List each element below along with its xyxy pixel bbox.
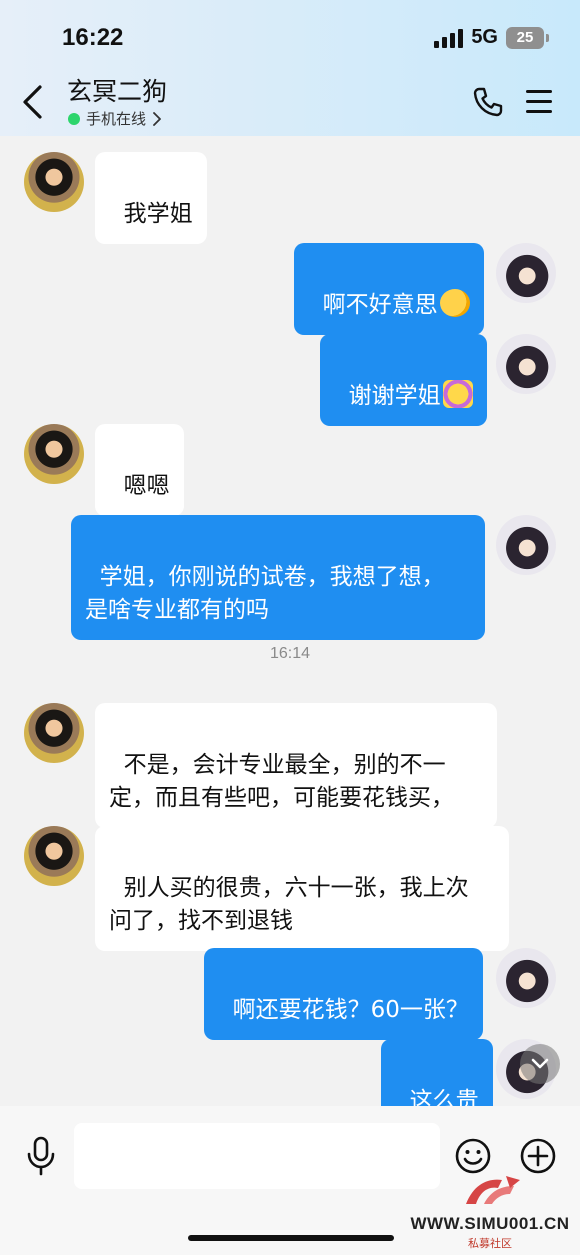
watermark-logo-icon <box>466 1176 520 1204</box>
home-indicator <box>188 1235 394 1241</box>
self-avatar[interactable] <box>496 334 556 394</box>
message-input[interactable] <box>74 1123 440 1189</box>
message-text: 不是，会计专业最全，别的不一 定，而且有些吧，可能要花钱买， <box>109 752 454 811</box>
contact-name[interactable]: 玄冥二狗 <box>67 72 167 108</box>
phone-icon[interactable] <box>472 86 504 118</box>
message-timestamp: 16:14 <box>269 645 311 662</box>
presence-text: 手机在线 <box>86 110 147 128</box>
message-bubble-incoming[interactable]: 别人买的很贵，六十一张，我上次 问了，找不到退钱 <box>95 826 509 951</box>
status-time: 16:22 <box>62 24 124 51</box>
scroll-to-bottom-button[interactable] <box>520 1044 560 1084</box>
laugh-emoji-icon <box>439 289 470 317</box>
contact-avatar[interactable] <box>24 152 84 212</box>
message-bubble-incoming[interactable]: 嗯嗯 <box>95 424 184 516</box>
message-text: 学姐，你刚说的试卷，我想了想， 是啥专业都有的吗 <box>85 564 445 623</box>
thanks-emoji-icon <box>442 380 473 408</box>
self-avatar[interactable] <box>496 243 556 303</box>
chevron-down-icon <box>531 1058 549 1069</box>
contact-avatar[interactable] <box>24 703 84 763</box>
message-bubble-outgoing[interactable]: 啊不好意思 <box>294 243 484 335</box>
message-text: 我学姐 <box>123 201 193 227</box>
message-bubble-incoming[interactable]: 我学姐 <box>95 152 207 244</box>
message-bubble-incoming[interactable]: 不是，会计专业最全，别的不一 定，而且有些吧，可能要花钱买， <box>95 703 497 828</box>
self-avatar[interactable] <box>496 948 556 1008</box>
message-text: 嗯嗯 <box>123 473 170 499</box>
battery-icon: 25 <box>506 26 549 49</box>
back-icon[interactable] <box>20 84 46 120</box>
watermark-subtitle: 私募社区 <box>468 1237 512 1250</box>
online-dot-icon <box>68 112 80 125</box>
watermark-site: WWW.SIMU001.CN <box>410 1214 570 1233</box>
message-bubble-outgoing[interactable]: 啊还要花钱？60一张？ <box>204 948 483 1040</box>
plus-icon[interactable] <box>519 1137 557 1175</box>
message-text: 啊不好意思 <box>322 292 438 318</box>
status-indicators: 5G 25 <box>434 26 549 49</box>
message-text: 啊还要花钱？60一张？ <box>232 997 469 1023</box>
emoji-icon[interactable] <box>454 1137 492 1175</box>
contact-avatar[interactable] <box>24 424 84 484</box>
chevron-right-icon <box>153 111 161 126</box>
menu-icon[interactable] <box>526 90 552 114</box>
contact-avatar[interactable] <box>24 826 84 886</box>
microphone-icon[interactable] <box>24 1136 58 1176</box>
self-avatar[interactable] <box>496 515 556 575</box>
message-bubble-outgoing[interactable]: 谢谢学姐 <box>320 334 487 426</box>
message-bubble-outgoing[interactable]: 学姐，你刚说的试卷，我想了想， 是啥专业都有的吗 <box>71 515 485 640</box>
message-text: 谢谢学姐 <box>348 383 441 409</box>
network-label: 5G <box>471 26 498 48</box>
message-text: 别人买的很贵，六十一张，我上次 问了，找不到退钱 <box>109 875 469 934</box>
presence-status[interactable]: 手机在线 <box>68 108 162 129</box>
signal-icon <box>434 28 464 48</box>
watermark: WWW.SIMU001.CN 私募社区 <box>404 1172 576 1252</box>
